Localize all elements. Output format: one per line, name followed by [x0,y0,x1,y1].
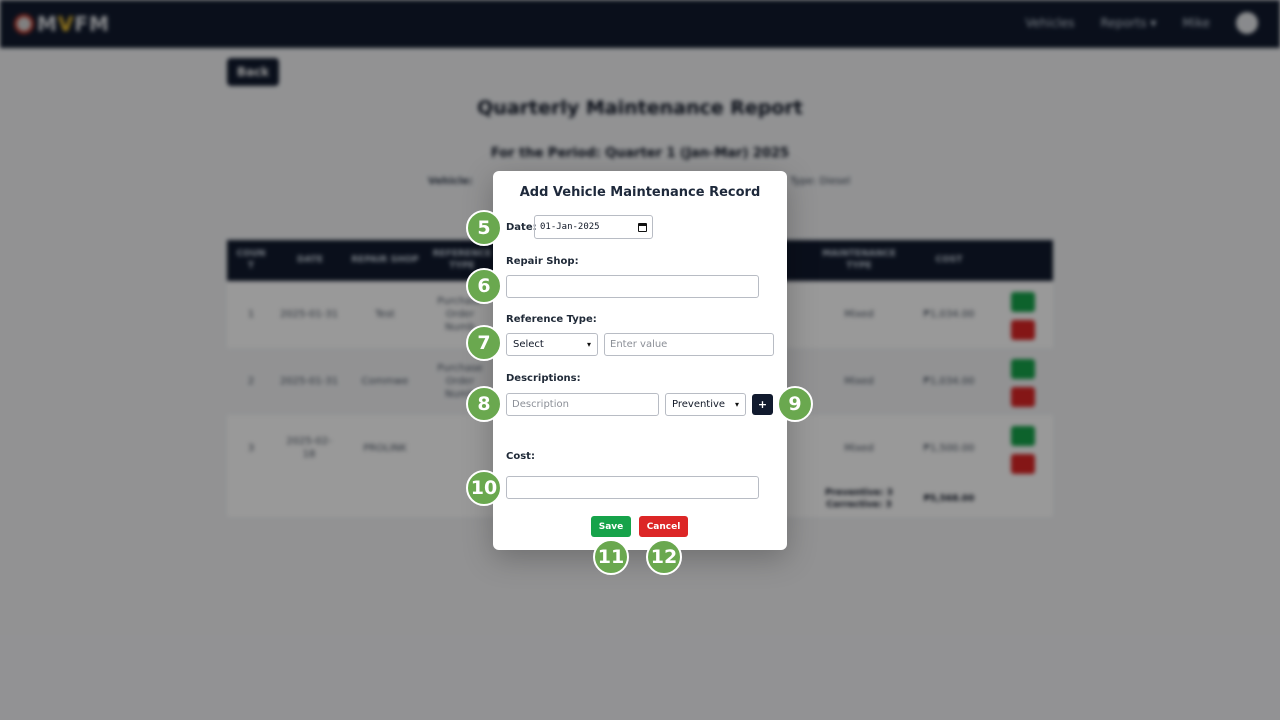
chevron-down-icon: ▾ [586,340,591,349]
date-label: Date: [506,222,537,233]
date-value: 01-Jan-2025 [540,222,600,232]
step-marker-9: 9 [777,386,813,422]
cost-input[interactable] [506,476,759,499]
modal-title: Add Vehicle Maintenance Record [519,185,761,200]
add-maintenance-modal: Add Vehicle Maintenance Record Date: 01-… [493,171,787,550]
maintenance-type-select[interactable]: Preventive ▾ [665,393,746,416]
save-button[interactable]: Save [591,516,631,537]
reference-type-label: Reference Type: [506,314,597,325]
date-input[interactable]: 01-Jan-2025 [534,215,653,239]
step-marker-11: 11 [593,539,629,575]
calendar-icon[interactable] [638,222,647,232]
cancel-button[interactable]: Cancel [639,516,688,537]
chevron-down-icon: ▾ [734,400,739,409]
add-description-button[interactable]: + [752,394,773,415]
step-marker-12: 12 [646,539,682,575]
reference-type-select[interactable]: Select ▾ [506,333,598,356]
step-marker-10: 10 [466,470,502,506]
reference-value-input[interactable] [604,333,774,356]
description-input[interactable] [506,393,659,416]
step-marker-6: 6 [466,268,502,304]
step-marker-7: 7 [466,325,502,361]
step-marker-8: 8 [466,386,502,422]
descriptions-label: Descriptions: [506,373,581,384]
repair-shop-label: Repair Shop: [506,256,579,267]
cost-label: Cost: [506,451,535,462]
repair-shop-input[interactable] [506,275,759,298]
step-marker-5: 5 [466,210,502,246]
